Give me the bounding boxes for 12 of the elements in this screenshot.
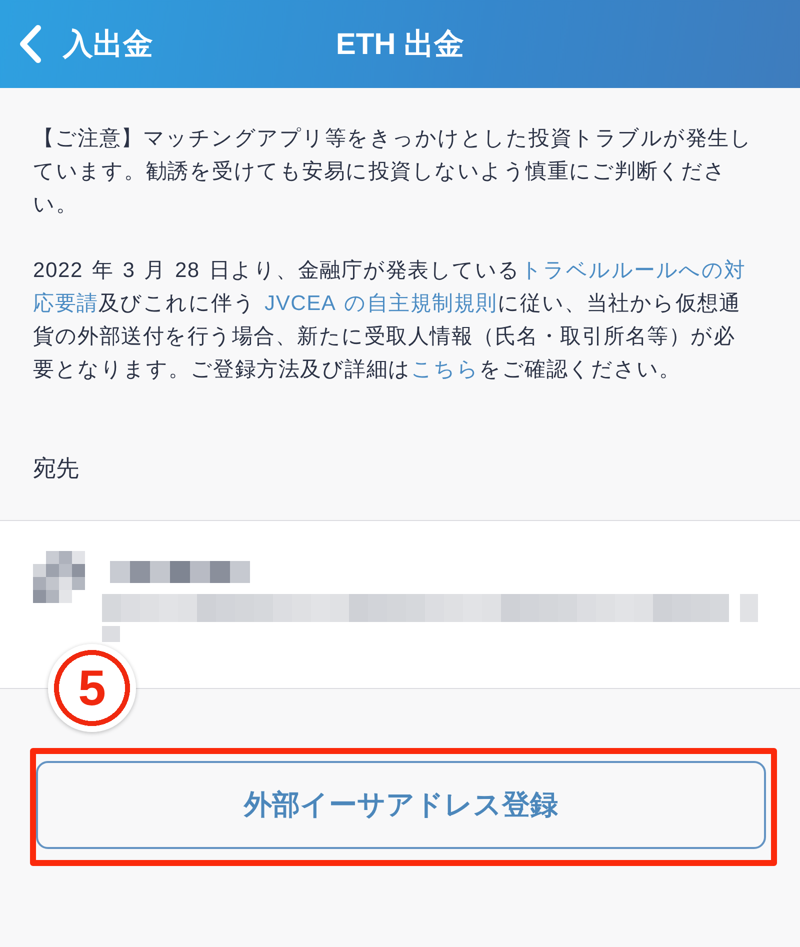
- inline-link[interactable]: トラベルルールへの対: [520, 259, 746, 282]
- register-address-button[interactable]: 外部イーサアドレス登録: [36, 761, 766, 849]
- section-heading: 宛先: [33, 454, 79, 483]
- notice-paragraph: 【ご注意】マッチングアプリ等をきっかけとした投資トラブルが発生しています。勧誘を受けても安易に投資しないよう慎重にご判断ください。: [33, 126, 752, 218]
- inline-link[interactable]: 応要請: [33, 292, 98, 315]
- back-button[interactable]: 入出金: [17, 24, 153, 64]
- chevron-left-icon: [17, 24, 43, 64]
- inline-link[interactable]: JVCEA の自主規制規則: [264, 292, 498, 315]
- inline-link[interactable]: こちら: [410, 358, 479, 381]
- notice-paragraph: 2022 年 3 月 28 日より、金融庁が発表している トラベルルールへの対 応要請及びこれに伴う JVCEA の自主規制規則 に従い、当社から仮想通貨の外部送付を行う場合、新たに受取人情報（氏名・取引所名等）が必要となります。ご登録方法及び詳細は こちら をご確認ください。: [33, 258, 747, 383]
- pixelated-icon: [33, 551, 85, 603]
- screen-title: ETH 出金: [336, 26, 464, 62]
